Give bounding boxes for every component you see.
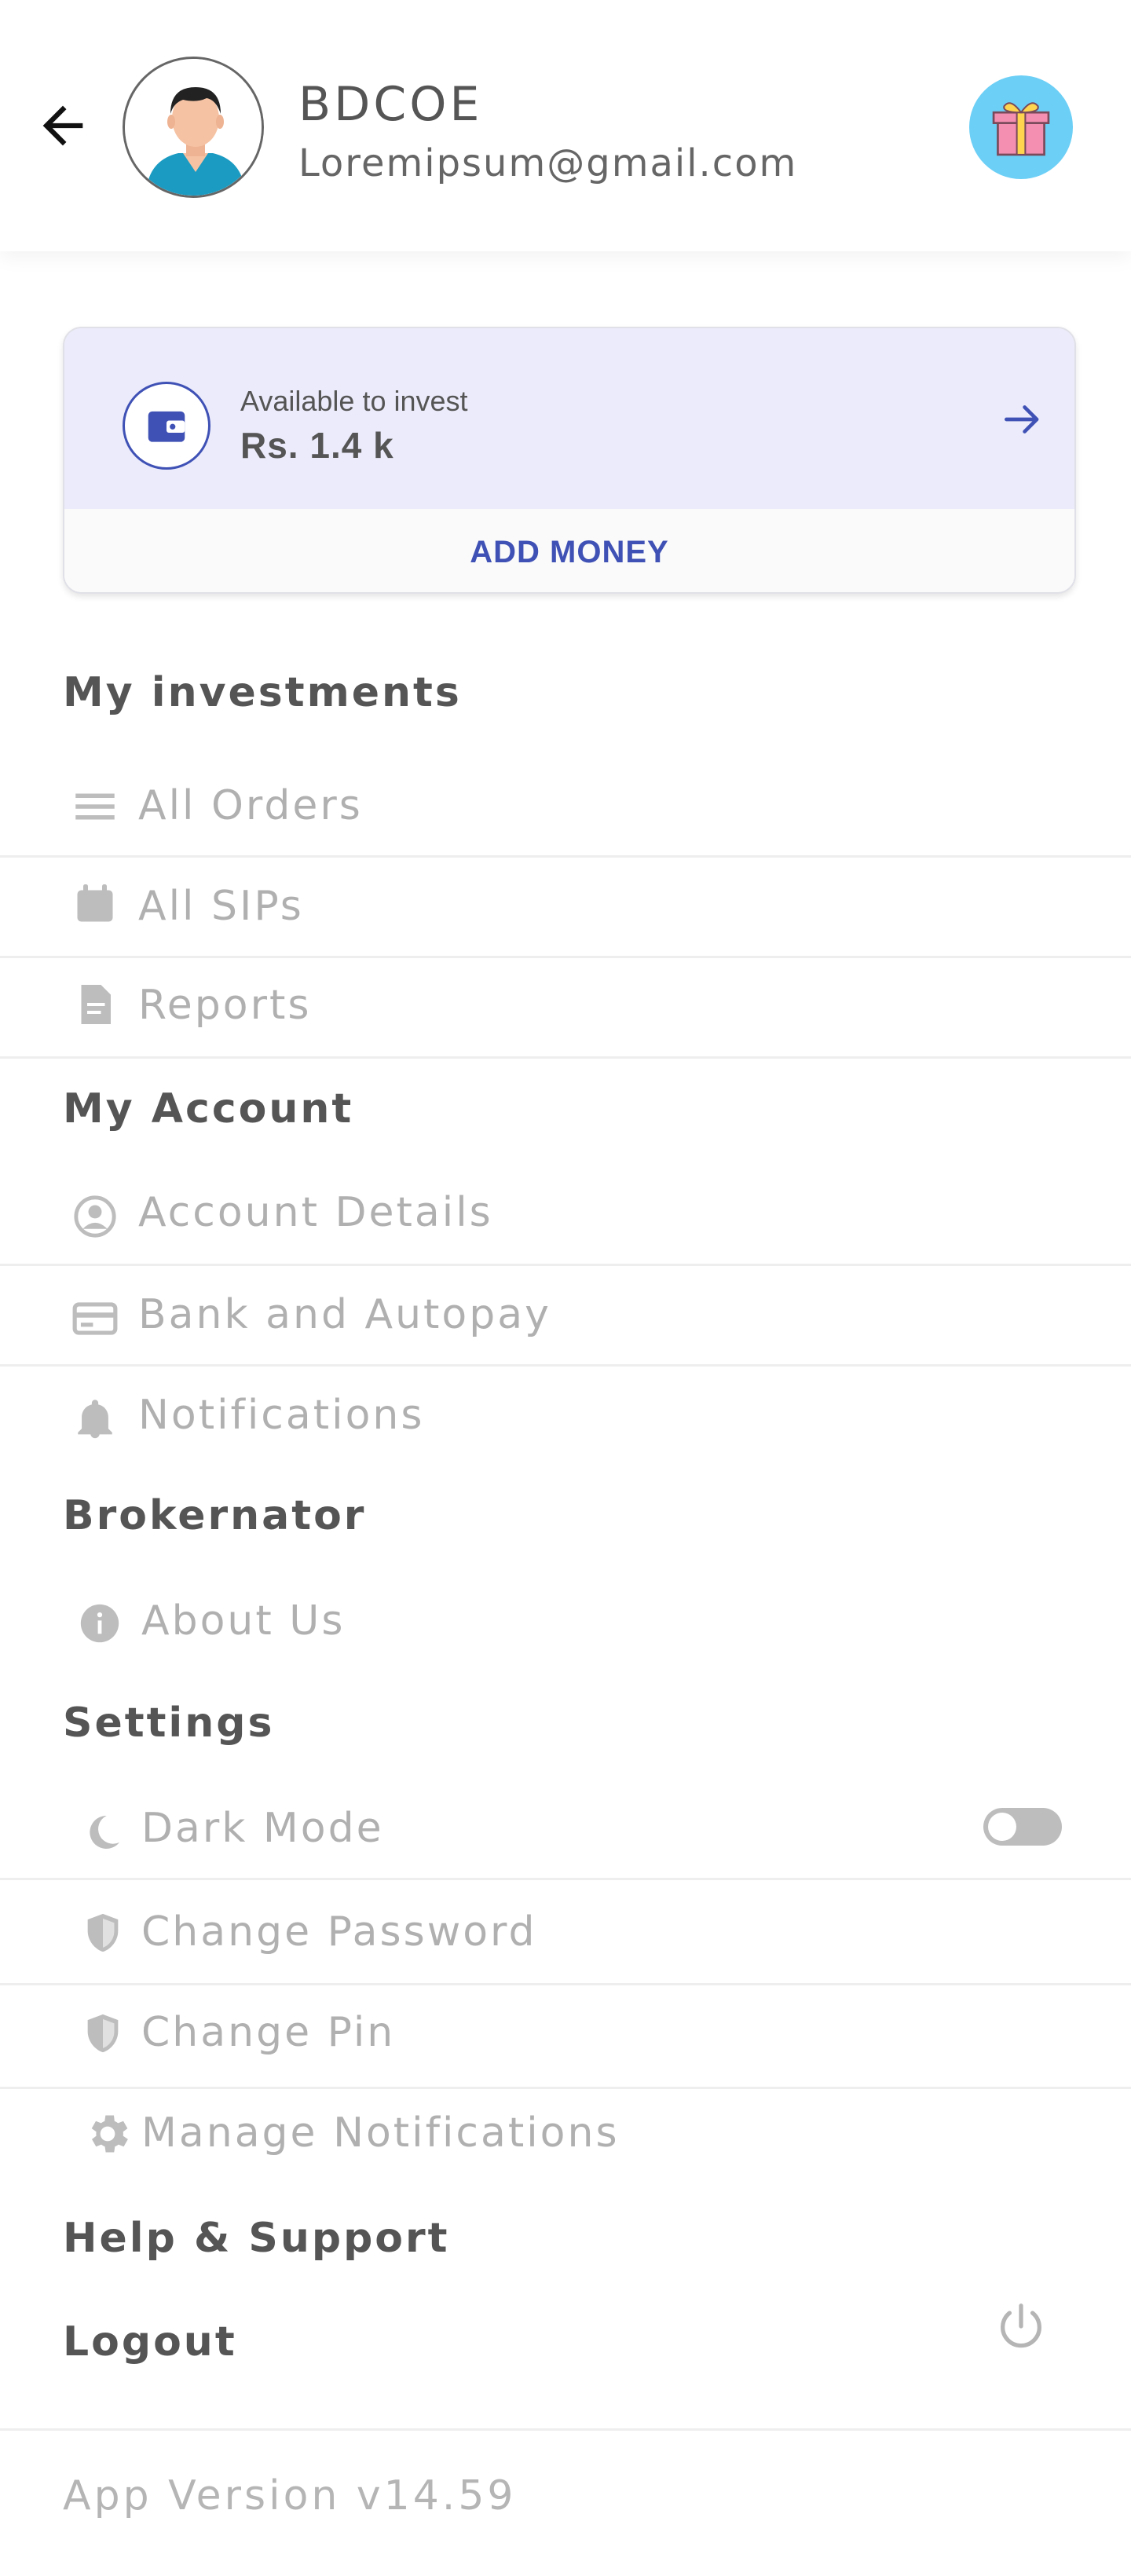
moon-icon xyxy=(75,1805,130,1860)
section-title-brokernator: Brokernator xyxy=(63,1492,367,1539)
menu-item-label: Bank and Autopay xyxy=(138,1291,551,1338)
available-to-invest-row[interactable]: Available to invest Rs. 1.4 k xyxy=(64,328,1074,509)
app-version: App Version v14.59 xyxy=(63,2472,517,2519)
section-title-account: My Account xyxy=(63,1085,354,1132)
document-icon xyxy=(68,977,123,1032)
wallet-amount: Rs. 1.4 k xyxy=(240,425,394,466)
menu-item-about-us[interactable]: About Us xyxy=(0,1574,1131,1674)
list-icon xyxy=(68,779,123,834)
menu-item-label: Reports xyxy=(138,982,312,1029)
info-icon xyxy=(72,1596,127,1651)
shield-icon xyxy=(75,2006,130,2061)
menu-item-label: Change Password xyxy=(141,1908,537,1956)
menu-item-account-details[interactable]: Account Details xyxy=(0,1165,1131,1266)
menu-item-all-orders[interactable]: All Orders xyxy=(0,757,1131,858)
menu-item-all-sips[interactable]: All SIPs xyxy=(0,858,1131,958)
section-title-settings: Settings xyxy=(63,1700,275,1747)
wallet-card: Available to invest Rs. 1.4 k ADD MONEY xyxy=(63,327,1076,594)
section-title-investments: My investments xyxy=(63,669,462,716)
menu-item-label: Change Pin xyxy=(141,2009,396,2056)
back-button[interactable] xyxy=(30,93,96,159)
back-arrow-icon xyxy=(42,105,83,146)
menu-item-label: Account Details xyxy=(138,1189,493,1236)
menu-item-label: Manage Notifications xyxy=(141,2109,620,2157)
logout-button[interactable]: Logout xyxy=(63,2318,237,2366)
menu-item-label: All SIPs xyxy=(138,883,304,930)
shield-icon xyxy=(75,1905,130,1960)
gear-icon xyxy=(80,2106,135,2161)
profile-header: BDCOE Loremipsum@gmail.com xyxy=(0,0,1131,251)
menu-item-manage-notifications[interactable]: Manage Notifications xyxy=(0,2091,1131,2191)
user-avatar-illustration xyxy=(125,59,262,196)
menu-item-bank-autopay[interactable]: Bank and Autopay xyxy=(0,1266,1131,1367)
wallet-label: Available to invest xyxy=(240,385,468,417)
user-name: BDCOE xyxy=(298,77,483,132)
power-icon[interactable] xyxy=(988,2293,1054,2359)
bell-icon xyxy=(68,1392,123,1447)
avatar[interactable] xyxy=(123,57,264,198)
gift-icon xyxy=(992,102,1050,156)
calendar-icon xyxy=(68,876,123,931)
menu-item-reports[interactable]: Reports xyxy=(0,958,1131,1059)
menu-item-change-password[interactable]: Change Password xyxy=(0,1885,1131,1985)
gift-button[interactable] xyxy=(969,75,1073,179)
help-support-link[interactable]: Help & Support xyxy=(63,2215,450,2262)
wallet-icon xyxy=(123,382,210,470)
dark-mode-toggle[interactable] xyxy=(983,1808,1062,1846)
menu-item-label: About Us xyxy=(141,1597,346,1645)
menu-item-dark-mode[interactable]: Dark Mode xyxy=(0,1780,1131,1880)
menu-item-label: Notifications xyxy=(138,1392,425,1439)
credit-card-icon xyxy=(68,1291,123,1346)
menu-item-notifications[interactable]: Notifications xyxy=(0,1370,1131,1470)
arrow-right-icon[interactable] xyxy=(994,391,1051,448)
menu-item-label: Dark Mode xyxy=(141,1805,384,1852)
add-money-button[interactable]: ADD MONEY xyxy=(64,509,1074,592)
user-circle-icon xyxy=(68,1189,123,1244)
toggle-knob xyxy=(988,1813,1016,1841)
menu-item-label: All Orders xyxy=(138,782,363,829)
menu-item-change-pin[interactable]: Change Pin xyxy=(0,1989,1131,2089)
user-email: Loremipsum@gmail.com xyxy=(298,141,798,185)
